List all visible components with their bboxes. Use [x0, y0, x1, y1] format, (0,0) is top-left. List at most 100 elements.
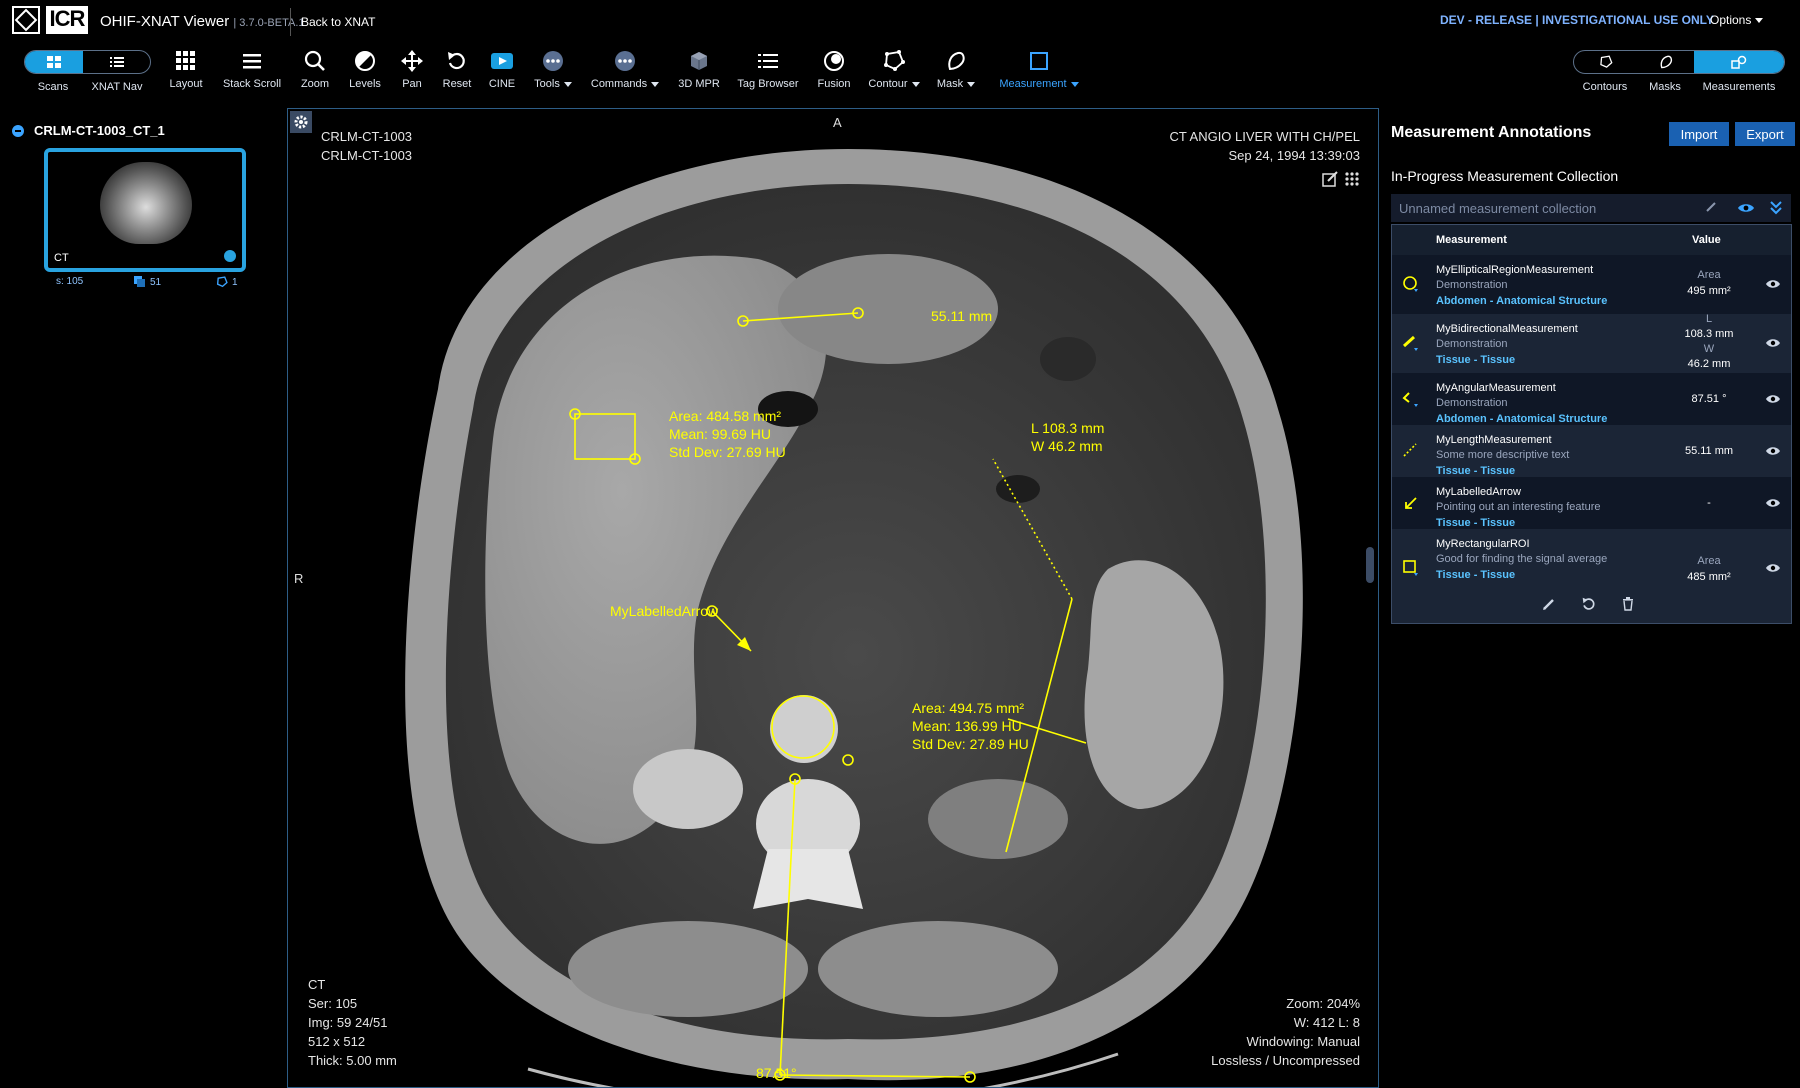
measurement-row[interactable]: MyLengthMeasurement Some more descriptiv… — [1392, 425, 1791, 477]
measurements-toggle-button[interactable] — [1694, 51, 1784, 73]
measurement-description: Pointing out an interesting feature — [1436, 501, 1601, 513]
ellipse-icon — [1403, 276, 1418, 292]
toolbar-measurement-button[interactable]: Measurement — [994, 48, 1084, 94]
rect-annotation-stddev[interactable]: Std Dev: 27.69 HU — [669, 444, 786, 460]
toolbar-tag-browser-button[interactable]: Tag Browser — [734, 48, 802, 94]
masks-toggle-button[interactable] — [1638, 51, 1694, 73]
options-menu[interactable]: Options — [1710, 13, 1764, 27]
slice-thickness: Thick: 5.00 mm — [308, 1053, 397, 1068]
ct-image: 55.11 mm Area: 484.58 mm² Mean: 99.69 HU… — [405, 149, 1303, 1087]
measurement-row[interactable]: MyEllipticalRegionMeasurement Demonstrat… — [1392, 255, 1791, 314]
viewport-scrollbar[interactable] — [1366, 547, 1374, 583]
toolbar-pan-button[interactable]: Pan — [398, 48, 426, 94]
toolbar-levels-button[interactable]: Levels — [346, 48, 384, 94]
eye-icon[interactable] — [1765, 337, 1781, 349]
export-button[interactable]: Export — [1735, 122, 1795, 146]
reset-icon — [448, 52, 465, 70]
import-button[interactable]: Import — [1669, 122, 1729, 146]
more-icon — [615, 51, 635, 71]
toolbar-pan-label: Pan — [402, 78, 422, 90]
measurement-value: 55.11 mm — [1664, 443, 1754, 459]
value-number: 46.2 mm — [1687, 358, 1731, 370]
measurement-value: - — [1664, 495, 1754, 511]
study-header[interactable]: CRLM-CT-1003_CT_1 — [12, 123, 165, 138]
measurement-table-header: Measurement Value — [1392, 225, 1791, 255]
scans-toggle-button[interactable] — [25, 51, 83, 73]
bidir-annotation-width[interactable]: W 46.2 mm — [1031, 438, 1103, 454]
ellipse-annotation-stddev[interactable]: Std Dev: 27.89 HU — [912, 736, 1029, 752]
edit-icon[interactable] — [1322, 171, 1338, 187]
double-chevron-down-icon[interactable] — [1769, 200, 1783, 216]
right-panel-toggle — [1573, 50, 1785, 74]
image-viewport[interactable]: 55.11 mm Area: 484.58 mm² Mean: 99.69 HU… — [287, 108, 1379, 1088]
eye-icon[interactable] — [1765, 497, 1781, 509]
toolbar-reset-button[interactable]: Reset — [439, 48, 475, 94]
ellipse-annotation-area[interactable]: Area: 494.75 mm² — [912, 700, 1024, 716]
measurement-table: Measurement Value MyEllipticalRegionMeas… — [1391, 224, 1792, 624]
toolbar-mask-button[interactable]: Mask — [934, 48, 978, 94]
toolbar-contour-button[interactable]: Contour — [866, 48, 922, 94]
eye-icon[interactable] — [1737, 202, 1755, 214]
image-dimensions: 512 x 512 — [308, 1034, 366, 1049]
rect-annotation-area[interactable]: Area: 484.58 mm² — [669, 408, 781, 424]
pencil-icon[interactable] — [1705, 201, 1717, 213]
eye-icon[interactable] — [1765, 445, 1781, 457]
xnat-nav-toggle-button[interactable] — [83, 51, 150, 73]
grid-dots-icon[interactable] — [1344, 171, 1360, 187]
trash-icon[interactable] — [1622, 597, 1634, 611]
toolbar-layout-button[interactable]: Layout — [168, 48, 204, 94]
toolbar-zoom-button[interactable]: Zoom — [298, 48, 332, 94]
contour-icon — [216, 276, 228, 288]
header-divider — [290, 8, 291, 36]
measurement-row[interactable]: MyLabelledArrow Pointing out an interest… — [1392, 477, 1791, 529]
collapse-icon[interactable] — [12, 124, 24, 137]
measurement-text: MyAngularMeasurement Demonstration Abdom… — [1436, 381, 1666, 427]
measurement-row[interactable]: MyAngularMeasurement Demonstration Abdom… — [1392, 373, 1791, 425]
ellipse-annotation-mean[interactable]: Mean: 136.99 HU — [912, 718, 1022, 734]
instance-count-value: 51 — [150, 276, 162, 288]
bidir-annotation-length[interactable]: L 108.3 mm — [1031, 420, 1104, 436]
app-title: OHIF-XNAT Viewer | 3.7.0-BETA.1 — [100, 13, 305, 30]
measurement-value: Area 495 mm² — [1664, 267, 1754, 299]
eye-icon[interactable] — [1765, 278, 1781, 290]
pencil-icon[interactable] — [1542, 597, 1556, 611]
reset-icon[interactable] — [1582, 597, 1596, 611]
fusion-icon — [824, 51, 844, 71]
contours-toggle-button[interactable] — [1574, 51, 1638, 73]
toolbar-3d-mpr-button[interactable]: 3D MPR — [676, 48, 722, 94]
toolbar-stack-scroll-button[interactable]: Stack Scroll — [220, 48, 284, 94]
value-number: 485 mm² — [1687, 571, 1731, 583]
study-description: CT ANGIO LIVER WITH CH/PEL — [1169, 129, 1360, 144]
toolbar-commands-button[interactable]: Commands — [588, 48, 662, 94]
measurements-icon — [1731, 55, 1747, 69]
viewport-settings-button[interactable] — [290, 111, 312, 133]
gear-icon — [294, 115, 308, 129]
measurement-value: Area 485 mm² — [1664, 553, 1754, 585]
measurement-name: MyLabelledArrow — [1436, 486, 1521, 498]
patient-id: CRLM-CT-1003 — [321, 148, 413, 163]
rect-annotation-mean[interactable]: Mean: 99.69 HU — [669, 426, 771, 442]
length-annotation-label[interactable]: 55.11 mm — [931, 308, 992, 324]
eye-icon[interactable] — [1765, 393, 1781, 405]
back-muscles — [568, 921, 808, 1017]
measurement-text: MyRectangularROI Good for finding the si… — [1436, 537, 1666, 583]
eye-icon[interactable] — [1765, 562, 1781, 574]
value-number: 55.11 mm — [1684, 445, 1734, 457]
collection-name-input[interactable] — [1399, 199, 1699, 217]
back-to-xnat-link[interactable]: Back to XNAT — [301, 15, 375, 29]
angle-icon — [1402, 392, 1418, 407]
value-label: L — [1705, 313, 1713, 325]
toolbar-cine-button[interactable]: CINE — [486, 48, 518, 94]
toolbar-tools-button[interactable]: Tools — [530, 48, 576, 94]
more-icon — [543, 51, 563, 71]
arrow-annotation-label[interactable]: MyLabelledArrow — [610, 603, 719, 619]
app-name: OHIF-XNAT Viewer — [100, 13, 230, 30]
series-thumbnail[interactable]: CT — [44, 148, 246, 272]
panel-title: Measurement Annotations — [1391, 124, 1592, 141]
tracked-indicator-icon — [224, 250, 236, 262]
length-icon — [1403, 443, 1417, 457]
angle-annotation-label[interactable]: 87.51° — [756, 1065, 797, 1081]
measurement-row[interactable]: MyBidirectionalMeasurement Demonstration… — [1392, 313, 1791, 373]
compression-info: Lossless / Uncompressed — [1211, 1053, 1360, 1068]
toolbar-fusion-button[interactable]: Fusion — [814, 48, 854, 94]
